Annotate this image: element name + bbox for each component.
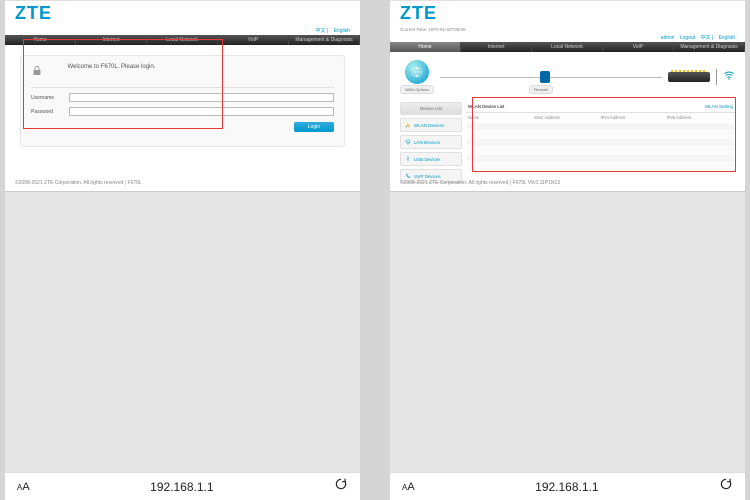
divider [716, 69, 717, 85]
text-size-control[interactable]: AA [402, 481, 415, 493]
wifi-icon[interactable] [723, 68, 735, 86]
connection-line: Firewall [440, 77, 662, 78]
side-lan[interactable]: LAN Devices [400, 135, 462, 149]
nav-internet[interactable]: Internet [461, 42, 532, 52]
content: ZTE 中文 | English Home Internet Local Net… [5, 0, 360, 500]
content: ZTE Current Time: 1970-01-02T08:06 admin… [390, 0, 745, 500]
current-time: Current Time: 1970-01-02T08:06 [390, 26, 745, 33]
topology: WAN Options Firewall [400, 56, 735, 98]
login-button[interactable]: Login [294, 122, 334, 132]
nav-voip[interactable]: VoIP [218, 35, 289, 45]
nav-local[interactable]: Local Network [532, 42, 603, 52]
lang-en[interactable]: English [334, 28, 350, 34]
empty-area [390, 191, 745, 472]
highlight-box [23, 39, 223, 129]
address-bar[interactable]: 192.168.1.1 [425, 480, 709, 494]
browser-toolbar: AA 192.168.1.1 [390, 472, 745, 500]
reload-icon[interactable] [334, 477, 348, 496]
page: ZTE Current Time: 1970-01-02T08:06 admin… [390, 1, 745, 191]
side-menu: Device List WLAN Devices LAN Devices USB… [400, 102, 462, 183]
side-usb[interactable]: USB Devices [400, 152, 462, 166]
globe-icon[interactable] [405, 60, 429, 84]
nav-mgmt[interactable]: Management & Diagnosis [289, 35, 360, 45]
firewall-label[interactable]: Firewall [529, 85, 553, 94]
lang-cn[interactable]: 中文 [701, 35, 711, 41]
browser-toolbar: AA 192.168.1.1 [5, 472, 360, 500]
side-wlan[interactable]: WLAN Devices [400, 118, 462, 132]
brand-logo: ZTE [5, 1, 360, 26]
footer: ©2008-2021 ZTE Corporation. All rights r… [390, 177, 570, 189]
screenshot-dashboard: ZTE Current Time: 1970-01-02T08:06 admin… [390, 0, 745, 500]
nav-home[interactable]: Home [390, 42, 461, 52]
reload-icon[interactable] [719, 477, 733, 496]
logout-link[interactable]: Logout [680, 35, 695, 41]
firewall-icon[interactable] [540, 71, 550, 83]
brand-logo: ZTE [390, 1, 745, 26]
language-switch[interactable]: 中文 | English [5, 26, 360, 35]
admin-link[interactable]: admin [661, 35, 675, 41]
empty-area [5, 191, 360, 472]
text-size-control[interactable]: AA [17, 481, 30, 493]
highlight-box [472, 97, 736, 172]
nav-mgmt[interactable]: Management & Diagnosis [674, 42, 745, 52]
address-bar[interactable]: 192.168.1.1 [40, 480, 324, 494]
page: ZTE 中文 | English Home Internet Local Net… [5, 1, 360, 191]
footer: ©2008-2021 ZTE Corporation. All rights r… [5, 177, 152, 189]
top-nav: Home Internet Local Network VoIP Managem… [390, 42, 745, 52]
router-icon[interactable] [668, 72, 710, 82]
screenshot-login: ZTE 中文 | English Home Internet Local Net… [5, 0, 360, 500]
lang-en[interactable]: English [719, 35, 735, 41]
side-header: Device List [400, 102, 462, 115]
nav-voip[interactable]: VoIP [603, 42, 674, 52]
wan-options[interactable]: WAN Options [400, 85, 434, 94]
lang-cn[interactable]: 中文 [316, 28, 326, 34]
top-links: admin Logout 中文 | English [390, 33, 745, 42]
